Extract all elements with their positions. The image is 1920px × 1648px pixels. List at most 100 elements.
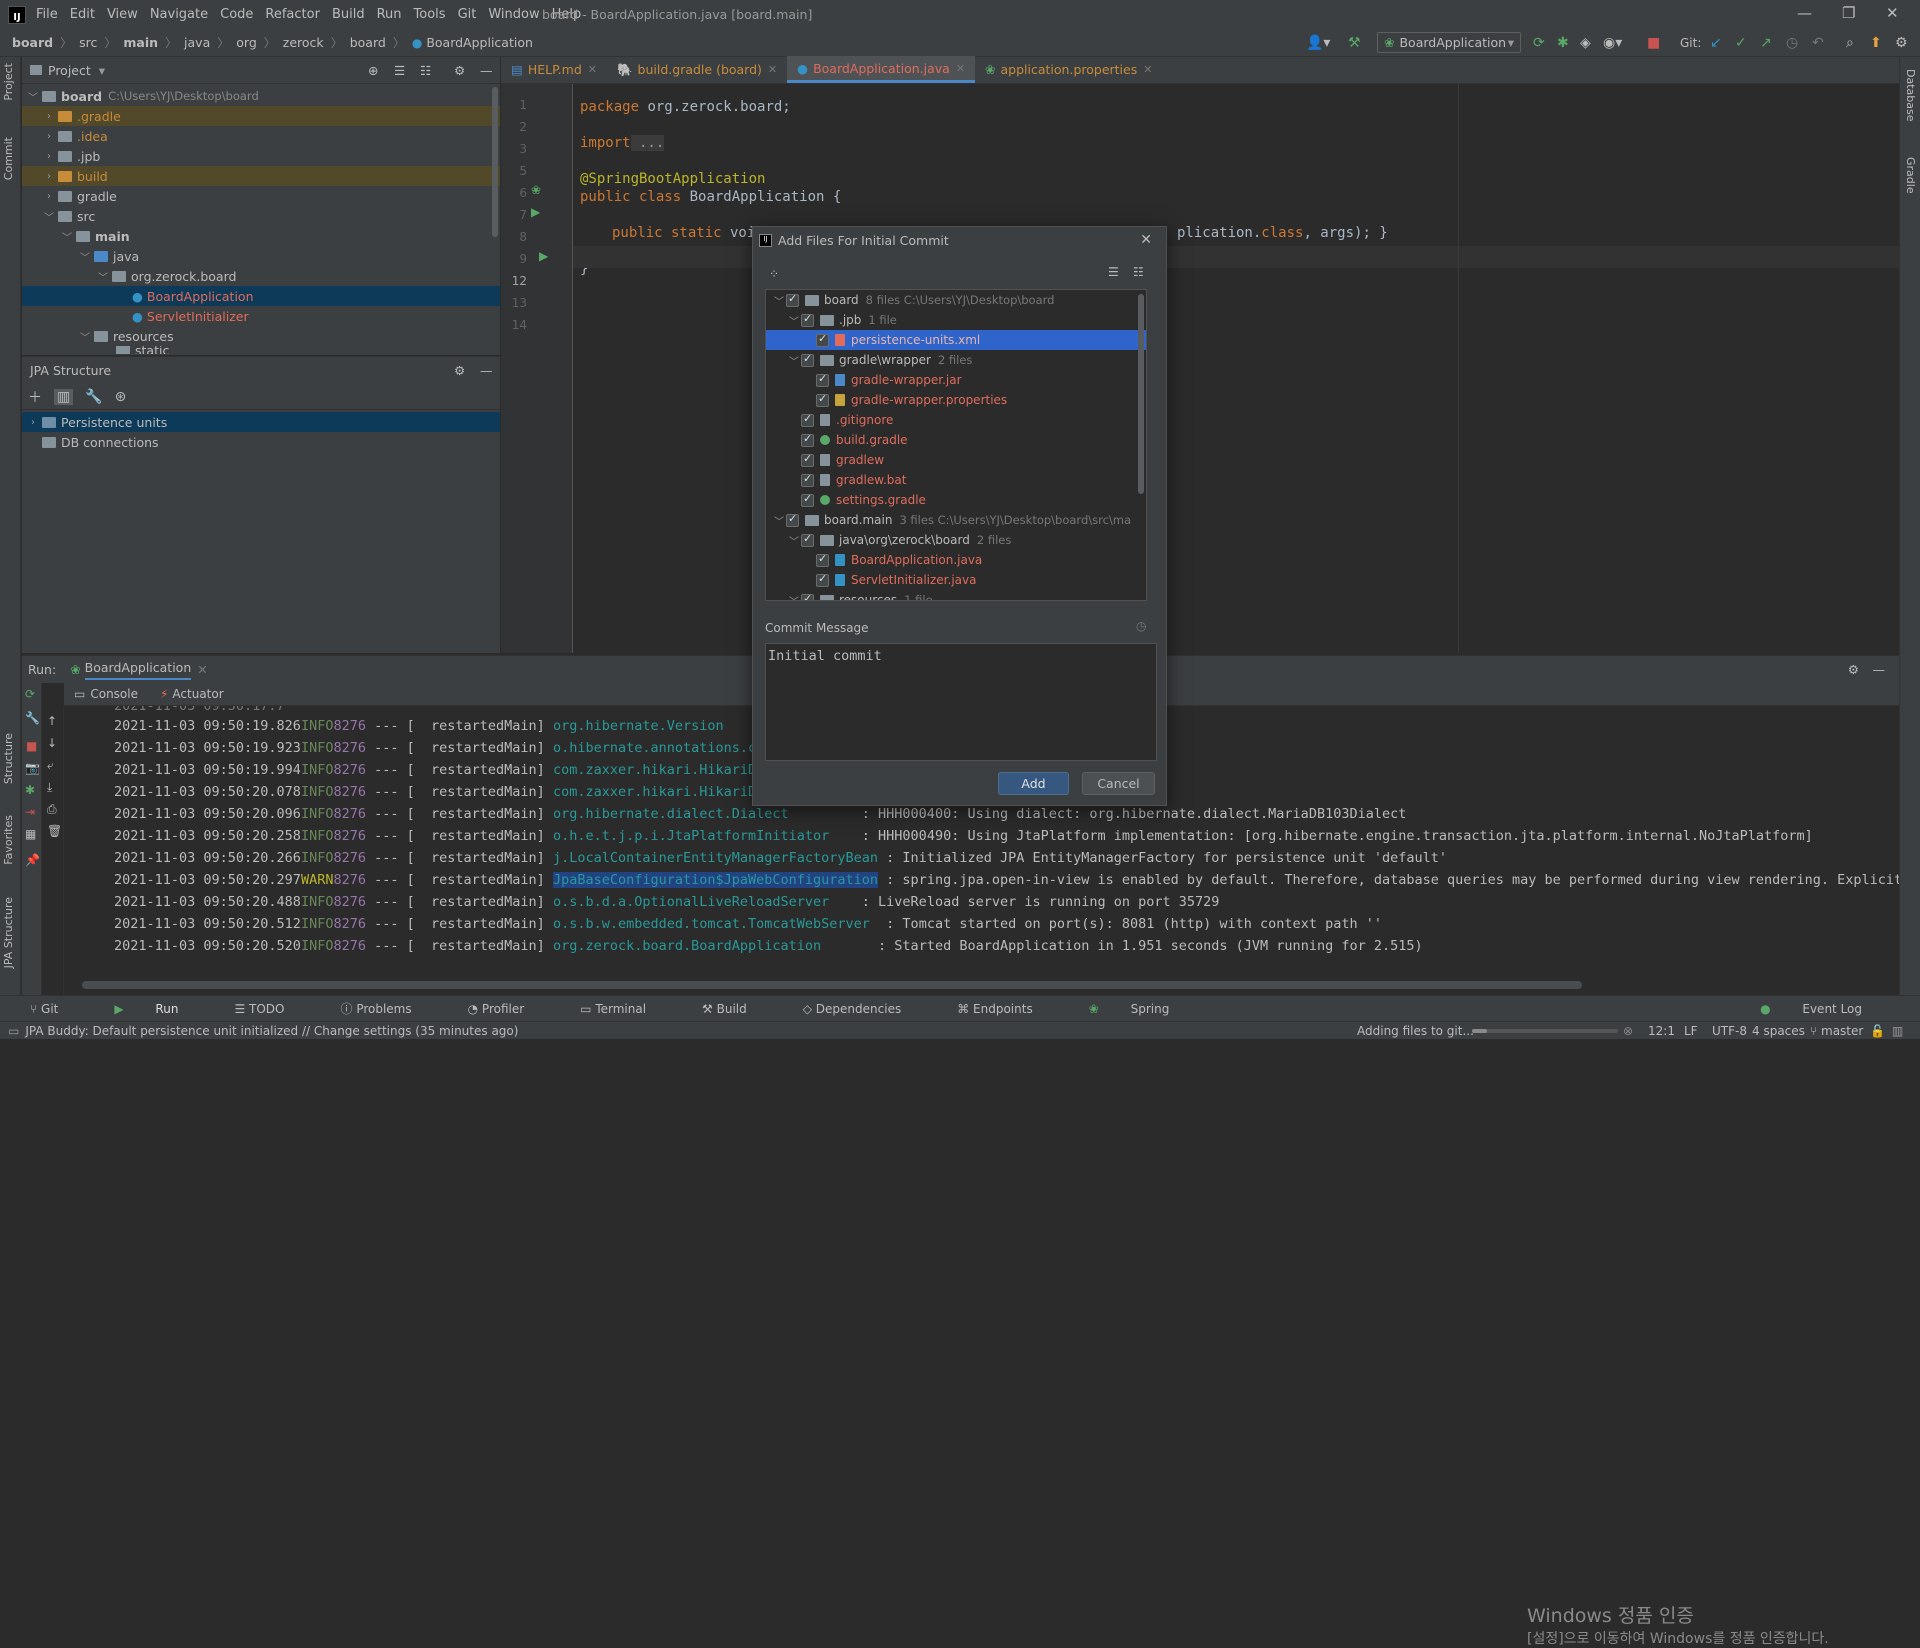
file-tree-item[interactable]: ﹀.jpb1 file [766, 310, 1146, 330]
close-tab-icon[interactable]: ✕ [1143, 63, 1152, 76]
stop-icon[interactable]: ■ [26, 739, 37, 753]
checkbox[interactable] [801, 412, 814, 427]
close-tab-icon[interactable]: ✕ [588, 63, 597, 76]
lock-icon[interactable]: 🔓 [1870, 1024, 1885, 1038]
code-line-6[interactable]: @SpringBootApplication [580, 171, 765, 187]
tab-console[interactable]: Console [90, 684, 138, 704]
spring-bean-icon[interactable]: ❀ [531, 183, 541, 197]
soft-wrap-icon[interactable]: ⤶ [47, 758, 54, 773]
expand-all-icon[interactable]: ☰ [394, 63, 405, 78]
close-tab-icon[interactable]: ✕ [768, 63, 777, 76]
tree-item-build[interactable]: › build [22, 166, 500, 186]
tooltab-endpoints[interactable]: ⌘ Endpoints [957, 1002, 1061, 1016]
scroll-to-end-icon[interactable]: ⤓ [47, 780, 52, 795]
arrow-up-icon[interactable]: ↑ [47, 714, 57, 728]
code-line-9-tail[interactable]: plication.class, args); } [1177, 225, 1388, 241]
hide-panel-icon[interactable]: — [480, 363, 493, 378]
checkbox[interactable] [816, 552, 829, 567]
side-tab-database[interactable]: Database [1904, 69, 1917, 122]
rerun-icon[interactable]: ⟳ [1533, 35, 1545, 51]
code-line-9[interactable]: public static voi [612, 225, 755, 241]
cancel-button[interactable]: Cancel [1082, 772, 1155, 795]
settings-icon[interactable]: ⚙ [1895, 35, 1908, 51]
event-log-button[interactable]: ● Event Log [1760, 1002, 1890, 1016]
exit-icon[interactable]: ⇥ [25, 805, 35, 819]
jpa-db-connections[interactable]: DB connections [22, 432, 500, 452]
file-tree-item[interactable]: build.gradle [766, 430, 1146, 450]
checkbox[interactable] [801, 432, 814, 447]
breadcrumb-src[interactable]: src [79, 35, 97, 50]
collapse-all-icon[interactable]: ☷ [1133, 265, 1144, 279]
camera-icon[interactable]: 📷 [25, 761, 40, 775]
menu-build[interactable]: Build [332, 7, 365, 22]
profile-icon[interactable]: ◉▾ [1603, 35, 1622, 51]
close-tab-icon[interactable]: ✕ [197, 662, 207, 677]
breadcrumb-main[interactable]: main [123, 35, 158, 50]
file-tree-item[interactable]: ﹀board.main3 files C:\Users\YJ\Desktop\b… [766, 510, 1146, 530]
checkbox[interactable] [801, 592, 814, 600]
close-window-icon[interactable]: ✕ [1886, 4, 1899, 22]
restore-icon[interactable]: ❐ [1842, 4, 1855, 22]
checkbox[interactable] [801, 352, 814, 367]
tree-item-java[interactable]: ﹀ java [22, 246, 500, 266]
trash-icon[interactable]: 🗑 [47, 824, 62, 838]
git-branch[interactable]: ⑂ master [1810, 1024, 1863, 1038]
checkbox[interactable] [801, 452, 814, 467]
menu-git[interactable]: Git [458, 7, 477, 22]
file-tree-item[interactable]: ﹀resources1 file [766, 590, 1146, 600]
gear-icon[interactable]: ⚙ [454, 63, 465, 78]
breadcrumb-class[interactable]: BoardApplication [426, 35, 533, 50]
gear-icon[interactable]: ⚙ [454, 363, 465, 378]
side-tab-favorites[interactable]: Favorites [2, 815, 15, 865]
add-icon[interactable]: ＋ [28, 387, 42, 407]
run-gutter-icon[interactable]: ▶ [531, 205, 540, 219]
cancel-progress-icon[interactable]: ⊗ [1623, 1024, 1633, 1038]
rerun-icon[interactable]: ⟳ [25, 687, 35, 701]
collapse-all-icon[interactable]: ☷ [420, 63, 431, 78]
checkbox[interactable] [816, 332, 829, 347]
menu-window[interactable]: Window [488, 7, 539, 22]
file-tree-scrollbar[interactable] [1138, 294, 1144, 494]
file-encoding[interactable]: UTF-8 [1712, 1024, 1747, 1038]
file-tree-item[interactable]: gradlew [766, 450, 1146, 470]
wrench-icon[interactable]: 🔧 [85, 389, 102, 405]
project-scrollbar[interactable] [492, 87, 498, 237]
checkbox[interactable] [786, 292, 799, 307]
tooltab-spring[interactable]: ❀ Spring [1089, 1002, 1198, 1016]
pin-icon[interactable]: 📌 [25, 853, 40, 867]
rollback-icon[interactable]: ↶ [1812, 35, 1824, 51]
add-button[interactable]: Add [998, 772, 1069, 795]
run-configuration-select[interactable]: ❀ BoardApplication ▾ [1377, 32, 1521, 53]
jpa-persistence-units[interactable]: › Persistence units [22, 412, 500, 432]
checkbox[interactable] [801, 472, 814, 487]
file-tree-item[interactable]: ﹀board8 files C:\Users\YJ\Desktop\board [766, 290, 1146, 310]
git-push-icon[interactable]: ↗ [1760, 35, 1772, 51]
menu-file[interactable]: File [36, 7, 58, 22]
git-commit-icon[interactable]: ✓ [1735, 35, 1747, 51]
file-tree-item[interactable]: persistence-units.xml [766, 330, 1146, 350]
git-update-icon[interactable]: ↙ [1710, 35, 1722, 51]
checkbox[interactable] [801, 312, 814, 327]
group-by-icon[interactable]: ⁘ [769, 267, 779, 281]
breadcrumb-java[interactable]: java [184, 35, 210, 50]
tab-help-md[interactable]: ▤ HELP.md ✕ [501, 56, 607, 83]
menu-edit[interactable]: Edit [70, 7, 95, 22]
tree-item-idea[interactable]: › .idea [22, 126, 500, 146]
search-icon[interactable]: ⌕ [1846, 35, 1854, 51]
checkbox[interactable] [801, 492, 814, 507]
run-config-tab[interactable]: BoardApplication [84, 660, 192, 680]
project-header-label[interactable]: Project [48, 63, 91, 78]
update-available-icon[interactable]: ⬆ [1870, 35, 1882, 51]
tab-application-properties[interactable]: ❀ application.properties ✕ [975, 56, 1162, 83]
tree-item-gradle[interactable]: › gradle [22, 186, 500, 206]
tab-build-gradle[interactable]: 🐘 build.gradle (board) ✕ [607, 56, 787, 83]
breadcrumb-org[interactable]: org [236, 35, 257, 50]
side-tab-gradle[interactable]: Gradle [1904, 157, 1917, 194]
code-line-3[interactable]: import ... [580, 135, 665, 151]
file-tree-item[interactable]: ﹀gradle\wrapper2 files [766, 350, 1146, 370]
tooltab-run[interactable]: ▶ Run [114, 1002, 206, 1016]
console-hscrollbar[interactable] [82, 981, 1582, 989]
tree-item-boardapplication[interactable]: ● BoardApplication [22, 286, 500, 306]
file-tree-item[interactable]: .gitignore [766, 410, 1146, 430]
file-tree-item[interactable]: settings.gradle [766, 490, 1146, 510]
